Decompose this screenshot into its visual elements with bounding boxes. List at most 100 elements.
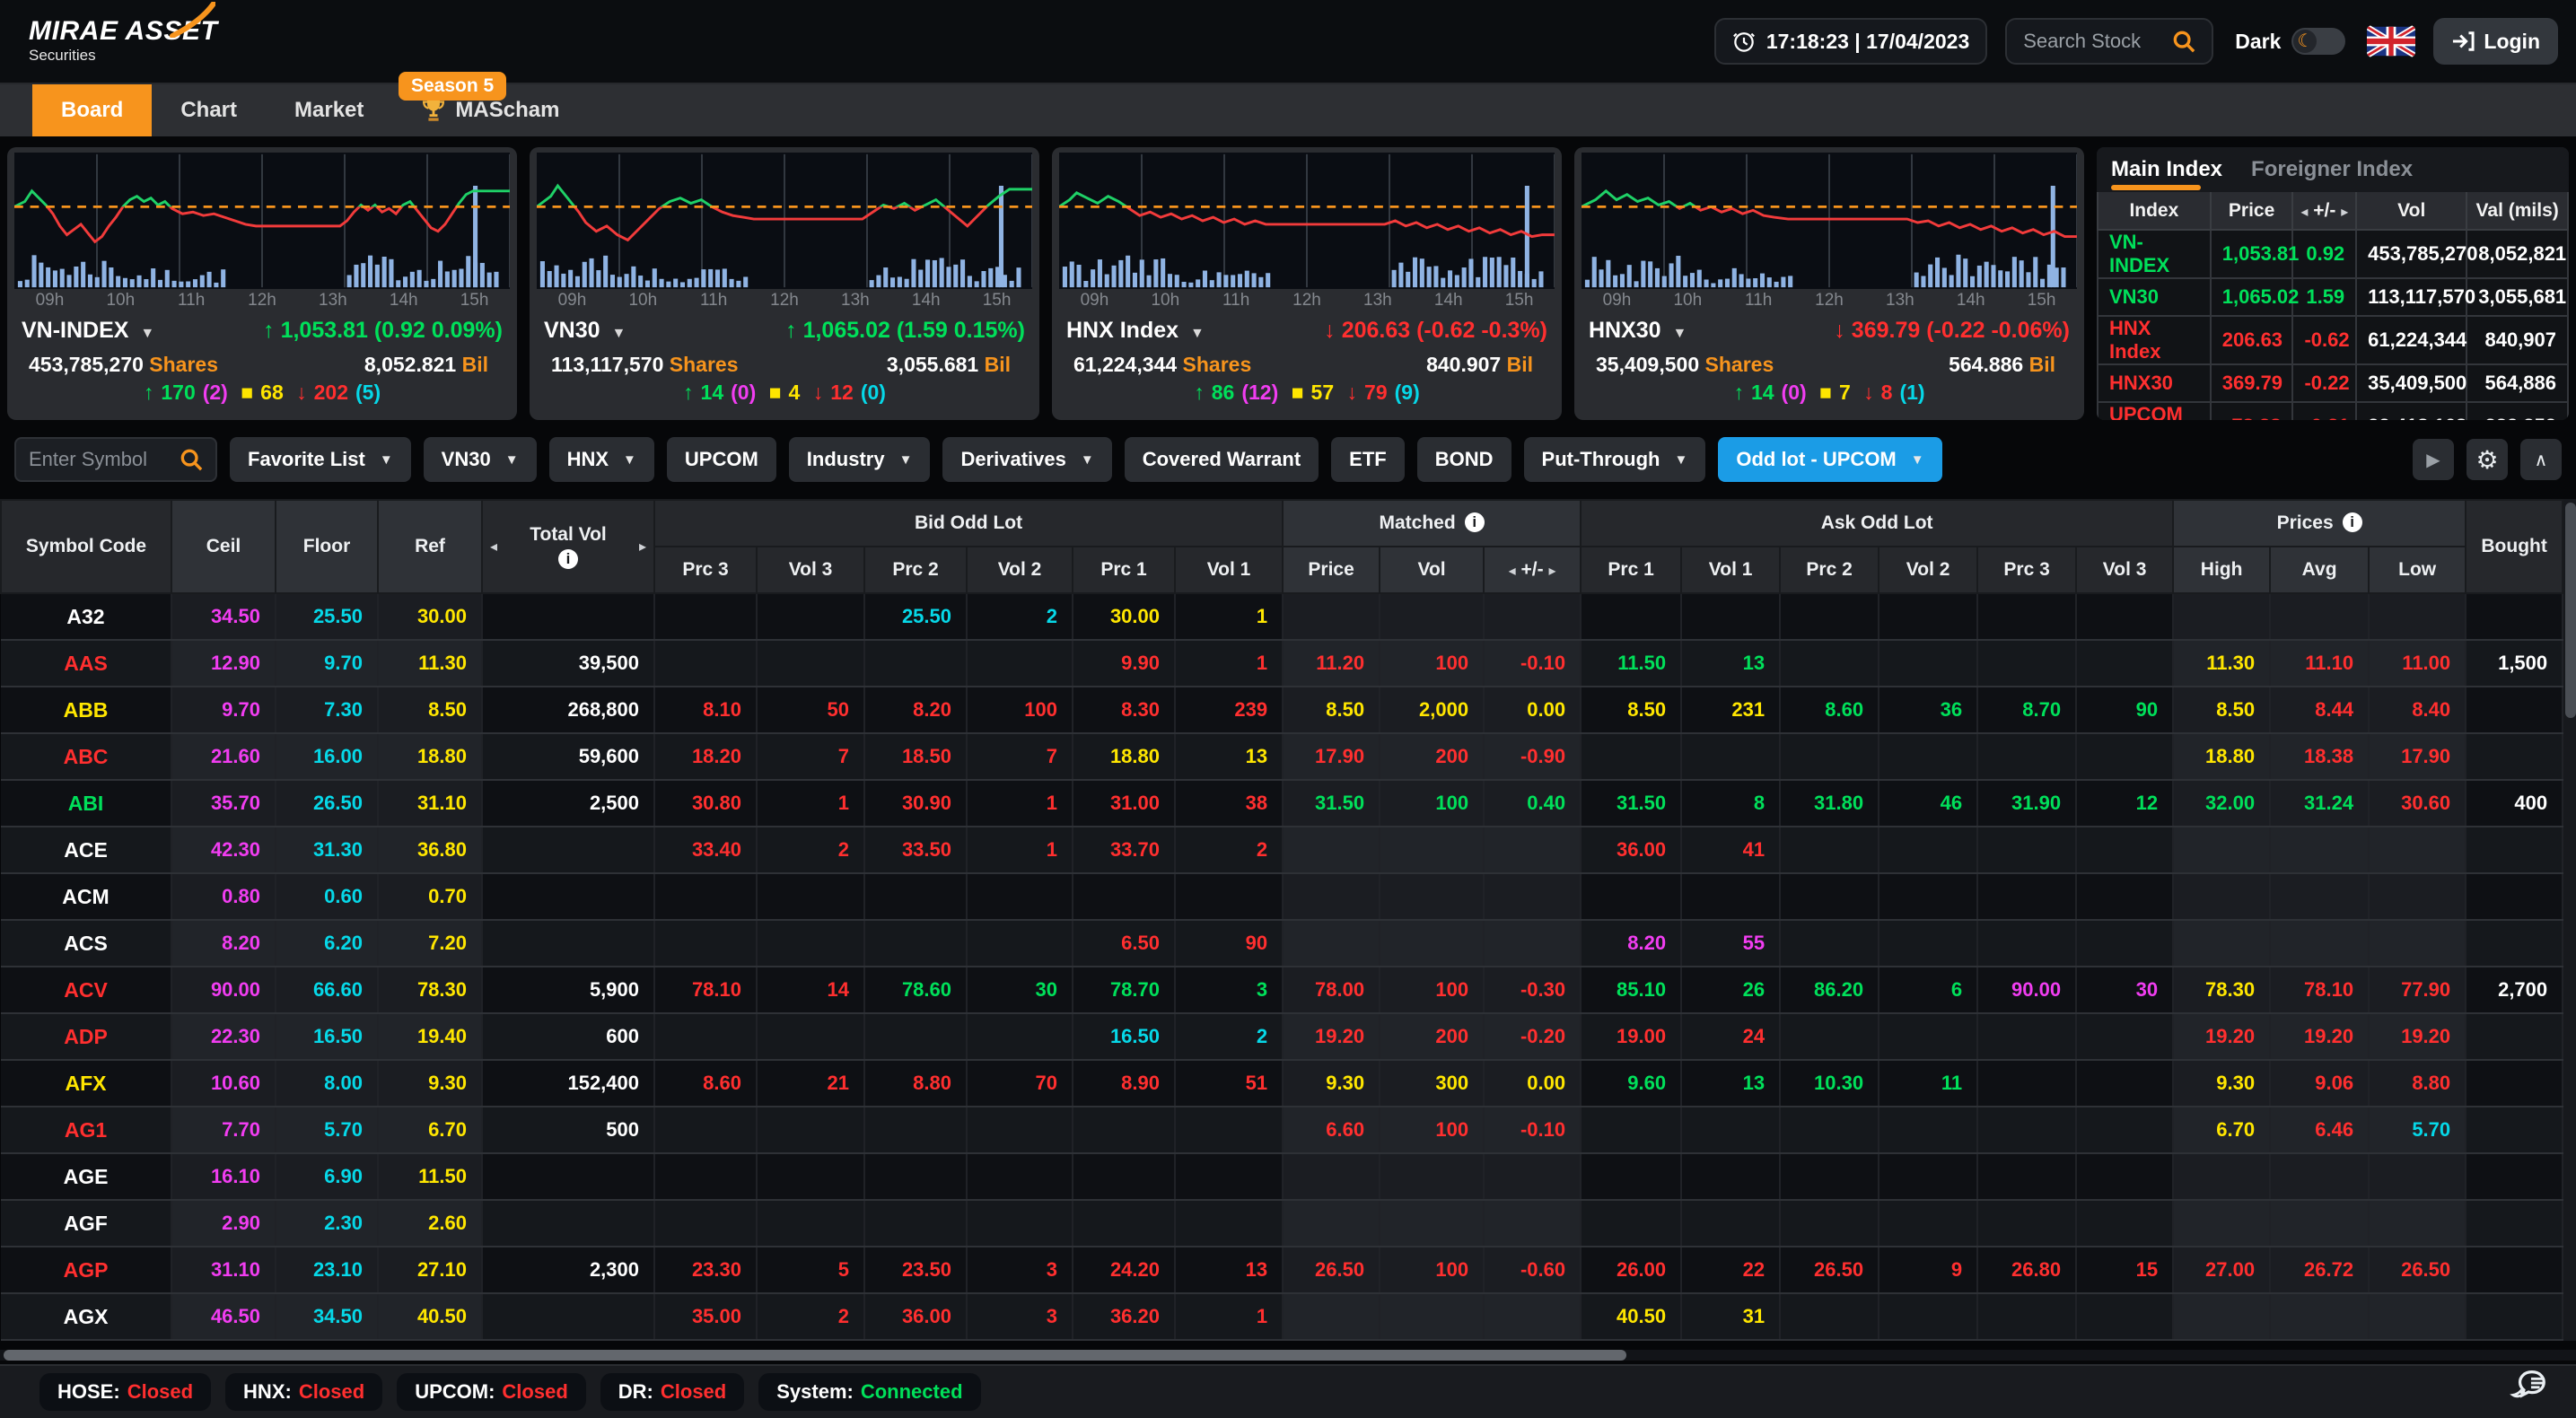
col-bought[interactable]: Bought [2466, 500, 2563, 593]
col-matched-vol[interactable]: Vol [1380, 547, 1484, 593]
board-row-AGF[interactable]: AGF2.902.302.60 [1, 1200, 2563, 1247]
tab-foreigner-index[interactable]: Foreigner Index [2251, 147, 2413, 192]
col-ask-vol1[interactable]: Vol 1 [1681, 547, 1780, 593]
filter-vn30[interactable]: VN30▼ [424, 437, 537, 482]
col-price-avg[interactable]: Avg [2270, 547, 2369, 593]
col-price-low[interactable]: Low [2369, 547, 2466, 593]
board-row-AGP[interactable]: AGP31.1023.1027.102,30023.30523.50324.20… [1, 1247, 2563, 1293]
index-name-dropdown[interactable]: HNX Index ▼ [1066, 318, 1205, 344]
search-stock-input[interactable]: Search Stock [2005, 18, 2213, 65]
board-row-A32[interactable]: A3234.5025.5030.0025.50230.001 [1, 593, 2563, 640]
bid-cell: 35.00 [654, 1293, 757, 1340]
index-name-dropdown[interactable]: VN30 ▼ [544, 318, 626, 344]
board-row-AGE[interactable]: AGE16.106.9011.50 [1, 1153, 2563, 1200]
col-symbol-code[interactable]: Symbol Code [1, 500, 171, 593]
col-ref[interactable]: Ref [378, 500, 482, 593]
col-matched-change[interactable]: ◂ +/- ▸ [1484, 547, 1581, 593]
info-icon[interactable]: i [2343, 512, 2362, 532]
tab-market[interactable]: Market [266, 84, 392, 136]
index-row-upcom-index[interactable]: UPCOM Index78.38-0.3122,418,168332,352 [2098, 402, 2568, 420]
col-bid-prc1[interactable]: Prc 1 [1073, 547, 1175, 593]
col-index[interactable]: Index [2098, 192, 2211, 230]
filter-hnx[interactable]: HNX▼ [549, 437, 654, 482]
board-row-ABB[interactable]: ABB9.707.308.50268,8008.10508.201008.302… [1, 687, 2563, 733]
settings-button[interactable]: ⚙ [2466, 439, 2508, 480]
col-vol[interactable]: Vol [2356, 192, 2466, 230]
brand-logo[interactable]: MIRAE ASSET Securities [29, 18, 218, 65]
ask-cell [1977, 827, 2076, 873]
filter-covered-warrant[interactable]: Covered Warrant [1125, 437, 1319, 482]
col-ask-vol2[interactable]: Vol 2 [1879, 547, 1977, 593]
filter-odd-lot-upcom[interactable]: Odd lot - UPCOM▼ [1718, 437, 1941, 482]
col-val[interactable]: Val (mils) [2466, 192, 2568, 230]
shift-right-icon[interactable]: ▸ [1548, 564, 1555, 579]
horizontal-scrollbar-thumb[interactable] [4, 1350, 1626, 1361]
filter-bond[interactable]: BOND [1417, 437, 1511, 482]
col-ask-prc2[interactable]: Prc 2 [1780, 547, 1879, 593]
board-row-ACE[interactable]: ACE42.3031.3036.8033.40233.50133.70236.0… [1, 827, 2563, 873]
board-row-ADP[interactable]: ADP22.3016.5019.4060016.50219.20200-0.20… [1, 1013, 2563, 1060]
index-row-hnx-index[interactable]: HNX Index206.63-0.6261,224,344840,907 [2098, 316, 2568, 364]
collapse-button[interactable]: ∧ [2520, 439, 2562, 480]
board-row-AFX[interactable]: AFX10.608.009.30152,4008.60218.80708.905… [1, 1060, 2563, 1107]
board-row-ABI[interactable]: ABI35.7026.5031.102,50030.80130.90131.00… [1, 780, 2563, 827]
horizontal-scrollbar[interactable] [0, 1350, 2576, 1361]
shift-left-icon[interactable]: ◂ [490, 538, 497, 556]
board-row-ABC[interactable]: ABC21.6016.0018.8059,60018.20718.50718.8… [1, 733, 2563, 780]
language-flag-uk[interactable] [2367, 25, 2415, 57]
index-row-vn-index[interactable]: VN-INDEX1,053.810.92453,785,2708,052,821 [2098, 230, 2568, 278]
filter-industry[interactable]: Industry▼ [789, 437, 931, 482]
filter-derivatives[interactable]: Derivatives▼ [942, 437, 1111, 482]
play-scroll-button[interactable]: ▶ [2413, 439, 2454, 480]
board-row-AG1[interactable]: AG17.705.706.705006.60100-0.106.706.465.… [1, 1107, 2563, 1153]
bought-cell [2466, 1153, 2563, 1200]
search-icon[interactable] [2172, 30, 2195, 53]
col-change[interactable]: ◂ +/- ▸ [2292, 192, 2356, 230]
col-bid-vol3[interactable]: Vol 3 [757, 547, 864, 593]
symbol-search-icon[interactable] [180, 448, 203, 471]
chat-support-icon[interactable] [2510, 1366, 2551, 1411]
col-ask-prc3[interactable]: Prc 3 [1977, 547, 2076, 593]
filter-upcom[interactable]: UPCOM [667, 437, 776, 482]
tab-main-index[interactable]: Main Index [2111, 147, 2222, 192]
board-row-ACM[interactable]: ACM0.800.600.70 [1, 873, 2563, 920]
col-ask-prc1[interactable]: Prc 1 [1581, 547, 1681, 593]
col-bid-vol2[interactable]: Vol 2 [967, 547, 1073, 593]
info-icon[interactable]: i [558, 549, 578, 569]
board-row-ACS[interactable]: ACS8.206.207.206.50908.2055 [1, 920, 2563, 967]
info-icon[interactable]: i [1465, 512, 1485, 532]
board-row-ACV[interactable]: ACV90.0066.6078.305,90078.101478.603078.… [1, 967, 2563, 1013]
filter-etf[interactable]: ETF [1331, 437, 1405, 482]
index-row-hnx30[interactable]: HNX30369.79-0.2235,409,500564,886 [2098, 364, 2568, 402]
symbol-search-input[interactable]: Enter Symbol [14, 437, 217, 482]
col-bid-prc3[interactable]: Prc 3 [654, 547, 757, 593]
index-row-vn30[interactable]: VN301,065.021.59113,117,5703,055,681 [2098, 278, 2568, 316]
index-name-dropdown[interactable]: VN-INDEX ▼ [22, 318, 154, 344]
index-name-dropdown[interactable]: HNX30 ▼ [1589, 318, 1687, 344]
filter-put-through[interactable]: Put-Through▼ [1524, 437, 1706, 482]
ask-cell [1780, 593, 1879, 640]
vertical-scrollbar-thumb[interactable] [2565, 503, 2576, 718]
col-ceil[interactable]: Ceil [171, 500, 276, 593]
shift-right-icon[interactable]: ▸ [639, 538, 646, 556]
bid-cell: 9.90 [1073, 640, 1175, 687]
login-button[interactable]: Login [2433, 18, 2558, 65]
filter-favorite-list[interactable]: Favorite List▼ [230, 437, 411, 482]
theme-toggle[interactable]: ☾ [2291, 28, 2345, 55]
col-total-vol[interactable]: ◂Total Voli▸ [482, 500, 654, 593]
board-row-AAS[interactable]: AAS12.909.7011.3039,5009.90111.20100-0.1… [1, 640, 2563, 687]
board-row-AGX[interactable]: AGX46.5034.5040.5035.00236.00336.20140.5… [1, 1293, 2563, 1340]
col-bid-vol1[interactable]: Vol 1 [1175, 547, 1283, 593]
next-arrow-icon[interactable]: ▸ [2341, 205, 2348, 220]
shift-left-icon[interactable]: ◂ [1509, 564, 1516, 579]
tab-chart[interactable]: Chart [152, 84, 266, 136]
col-price[interactable]: Price [2211, 192, 2293, 230]
vertical-scrollbar[interactable] [2563, 499, 2576, 1341]
col-bid-prc2[interactable]: Prc 2 [864, 547, 967, 593]
prev-arrow-icon[interactable]: ◂ [2300, 205, 2308, 220]
col-floor[interactable]: Floor [276, 500, 378, 593]
tab-board[interactable]: Board [32, 84, 152, 136]
col-matched-price[interactable]: Price [1283, 547, 1380, 593]
col-ask-vol3[interactable]: Vol 3 [2076, 547, 2173, 593]
col-price-high[interactable]: High [2173, 547, 2270, 593]
